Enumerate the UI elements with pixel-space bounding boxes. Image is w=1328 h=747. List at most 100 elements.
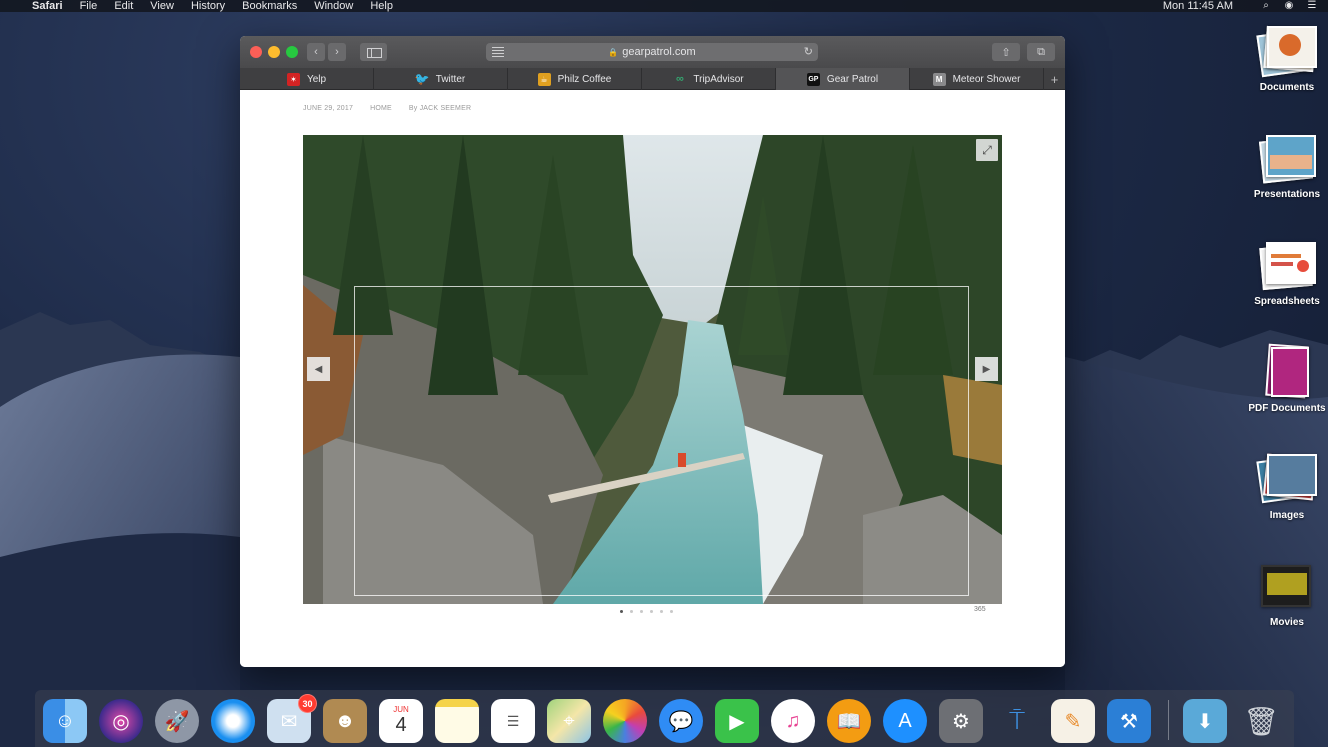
calendar-month: JUN	[393, 705, 409, 714]
dock-safari[interactable]: ✧	[210, 698, 256, 744]
carousel-dot[interactable]	[670, 610, 673, 613]
fullscreen-window-button[interactable]	[286, 46, 298, 58]
tab-gear-patrol[interactable]: GP Gear Patrol	[776, 68, 910, 90]
siri-icon: ◎	[99, 699, 143, 743]
stack-images[interactable]: Images	[1245, 452, 1328, 521]
dock-notes[interactable]	[434, 698, 480, 744]
stack-pdf-documents[interactable]: PDF Documents	[1245, 343, 1328, 414]
back-button[interactable]: ‹	[307, 43, 325, 61]
stack-label: Movies	[1270, 617, 1304, 628]
dock-facetime[interactable]: ▶	[714, 698, 760, 744]
stack-label: Spreadsheets	[1254, 296, 1320, 307]
images-stack-icon	[1256, 452, 1318, 504]
carousel-prev-button[interactable]: ◀	[307, 357, 330, 381]
forward-button[interactable]: ›	[328, 43, 346, 61]
dock-siri[interactable]: ◎	[98, 698, 144, 744]
reload-icon[interactable]: ↻	[804, 45, 813, 58]
movies-stack-icon	[1257, 559, 1317, 611]
minimize-window-button[interactable]	[268, 46, 280, 58]
menu-file[interactable]: File	[80, 0, 98, 12]
tab-meteor-shower[interactable]: M Meteor Shower	[910, 68, 1044, 90]
dock-itunes[interactable]: ♫	[770, 698, 816, 744]
menu-view[interactable]: View	[150, 0, 174, 12]
show-all-tabs-button[interactable]: ⧉	[1027, 43, 1055, 61]
stack-label: Presentations	[1253, 189, 1321, 200]
dock-finder[interactable]: ☺	[42, 698, 88, 744]
article-section-link[interactable]: HOME	[370, 105, 392, 112]
photo-credit: 365	[974, 606, 986, 613]
dock-ibooks[interactable]: 📖	[826, 698, 872, 744]
article-byline[interactable]: By JACK SEEMER	[409, 105, 471, 112]
dock-calendar[interactable]: JUN 4	[378, 698, 424, 744]
fullscreen-image-button[interactable]: ⤢	[976, 139, 998, 161]
menu-window[interactable]: Window	[314, 0, 353, 12]
share-button[interactable]: ⇧	[992, 43, 1020, 61]
ibooks-icon: 📖	[827, 699, 871, 743]
carousel-next-button[interactable]: ▶	[975, 357, 998, 381]
sidebar-toggle-button[interactable]	[360, 43, 387, 61]
carousel-dot[interactable]	[650, 610, 653, 613]
tab-yelp[interactable]: ✶ Yelp	[240, 68, 374, 90]
dock-downloads[interactable]: ⬇	[1182, 698, 1228, 744]
menu-edit[interactable]: Edit	[114, 0, 133, 12]
dock-system-preferences[interactable]: ⚙	[938, 698, 984, 744]
dock-xcode[interactable]: ⚒	[1106, 698, 1152, 744]
dock-maps[interactable]: ⌖	[546, 698, 592, 744]
tab-bar: ✶ Yelp 🐦 Twitter ☕ Philz Coffee ∞ TripAd…	[240, 68, 1065, 90]
tab-twitter[interactable]: 🐦 Twitter	[374, 68, 508, 90]
siri-menu-icon[interactable]: ◉	[1283, 0, 1295, 12]
dock-messages[interactable]: 💬	[658, 698, 704, 744]
stack-documents[interactable]: Documents	[1245, 24, 1328, 93]
itunes-icon: ♫	[771, 699, 815, 743]
menu-bookmarks[interactable]: Bookmarks	[242, 0, 297, 12]
article-hero-image[interactable]: ⤢ ◀ ▶	[303, 135, 1002, 604]
share-icon: ⇧	[1001, 46, 1011, 59]
address-bar[interactable]: 🔒 gearpatrol.com ↻	[486, 43, 818, 61]
dock-mail[interactable]: ✉ 30	[266, 694, 317, 744]
triangle-right-icon: ▶	[982, 363, 991, 375]
crop-frame	[354, 286, 969, 596]
stack-movies[interactable]: Movies	[1245, 559, 1328, 628]
dock-app-store[interactable]: A	[882, 698, 928, 744]
carousel-dot[interactable]	[630, 610, 633, 613]
stack-label: Images	[1269, 510, 1305, 521]
photos-icon	[603, 699, 647, 743]
lock-icon: 🔒	[608, 47, 619, 57]
trash-icon: 🗑	[1243, 705, 1279, 737]
new-tab-button[interactable]: +	[1044, 68, 1065, 90]
menu-help[interactable]: Help	[370, 0, 393, 12]
expand-icon: ⤢	[982, 142, 992, 157]
dock-pages[interactable]: ✎	[1050, 698, 1096, 744]
notes-icon	[435, 699, 479, 743]
stack-label: Documents	[1259, 82, 1315, 93]
carousel-dot[interactable]	[620, 610, 623, 613]
address-url: gearpatrol.com	[622, 46, 696, 58]
notification-center-icon[interactable]: ☰	[1306, 0, 1318, 12]
stack-spreadsheets[interactable]: Spreadsheets	[1245, 238, 1328, 307]
dock-reminders[interactable]: ☰	[490, 698, 536, 744]
carousel-dot[interactable]	[640, 610, 643, 613]
article-date: JUNE 29, 2017	[303, 105, 354, 112]
tab-tripadvisor[interactable]: ∞ TripAdvisor	[642, 68, 776, 90]
carousel-dot[interactable]	[660, 610, 663, 613]
stack-presentations[interactable]: Presentations	[1245, 131, 1328, 200]
tab-philz-coffee[interactable]: ☕ Philz Coffee	[508, 68, 642, 90]
contacts-icon: ☻	[323, 699, 367, 743]
dock-keynote[interactable]: ⍑	[994, 698, 1040, 744]
launchpad-icon: 🚀	[155, 699, 199, 743]
reader-view-icon[interactable]	[492, 47, 504, 57]
close-window-button[interactable]	[250, 46, 262, 58]
twitter-icon: 🐦	[414, 72, 430, 86]
menu-history[interactable]: History	[191, 0, 225, 12]
xcode-icon: ⚒	[1107, 699, 1151, 743]
spotlight-icon[interactable]: ⌕	[1260, 0, 1272, 12]
web-page-content: JUNE 29, 2017 HOME By JACK SEEMER ⤢ ◀ ▶ …	[240, 91, 1065, 667]
downloads-folder-icon: ⬇	[1183, 699, 1227, 743]
dock-launchpad[interactable]: 🚀	[154, 698, 200, 744]
dock-trash[interactable]: 🗑	[1238, 698, 1284, 744]
dock-contacts[interactable]: ☻	[322, 698, 368, 744]
menu-app-name[interactable]: Safari	[32, 0, 63, 12]
system-preferences-icon: ⚙	[939, 699, 983, 743]
dock-photos[interactable]	[602, 698, 648, 744]
menu-clock[interactable]: Mon 11:45 AM	[1163, 0, 1233, 12]
